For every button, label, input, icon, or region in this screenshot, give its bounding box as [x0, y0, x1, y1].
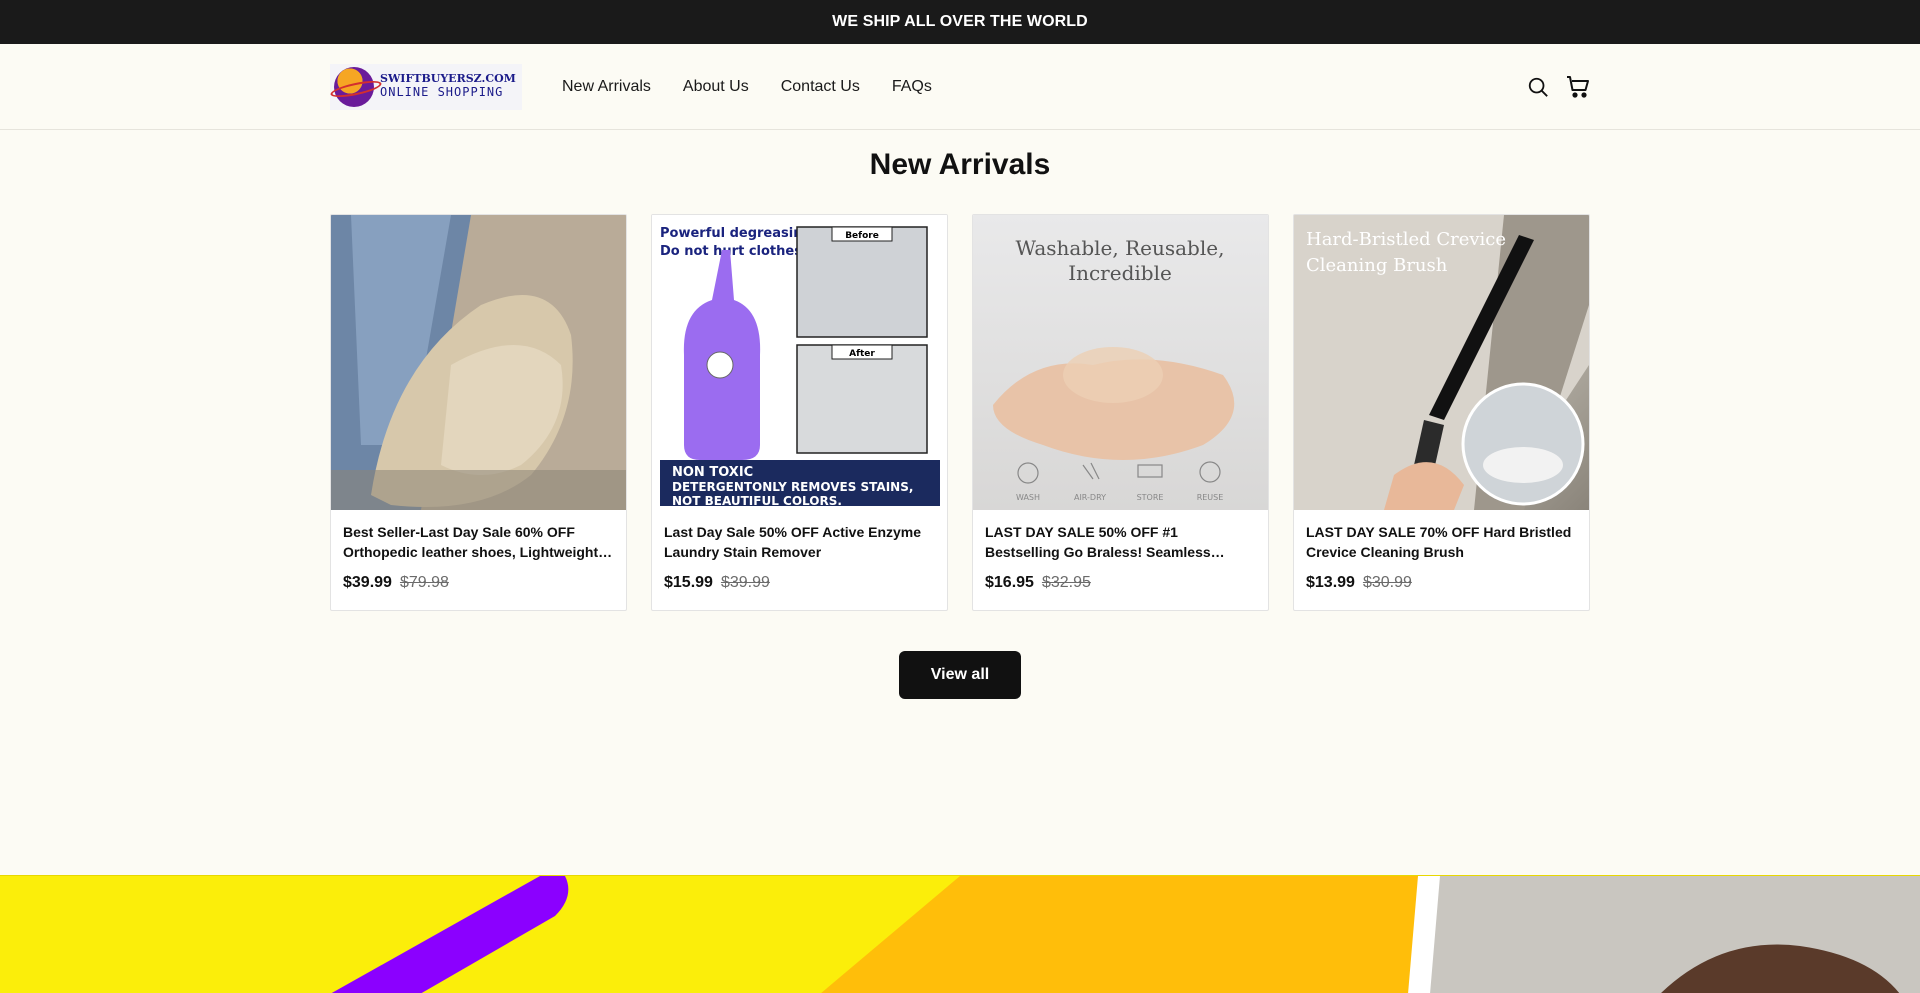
section-title: New Arrivals: [869, 148, 1051, 181]
image-text-reuse: REUSE: [1197, 493, 1224, 502]
globe-logo-icon: [334, 66, 374, 107]
product-price: $16.95: [985, 574, 1034, 591]
nav-new-arrivals[interactable]: New Arrivals: [562, 78, 651, 96]
image-text-incredible: Incredible: [1068, 261, 1172, 285]
image-text-nontoxic: NON TOXIC: [672, 465, 753, 480]
image-text-wash: WASH: [1016, 493, 1040, 502]
main-nav: New Arrivals About Us Contact Us FAQs: [562, 78, 932, 96]
image-text-washable: Washable, Reusable,: [1016, 236, 1225, 260]
site-header: SWIFTBUYERSZ.COM ONLINE SHOPPING New Arr…: [0, 44, 1920, 130]
product-image[interactable]: Hard-Bristled Crevice Cleaning Brush: [1294, 215, 1589, 510]
cart-icon[interactable]: [1566, 75, 1590, 99]
image-text-subhead: Do not hurt clothes: [660, 244, 802, 259]
product-compare-price: $39.99: [720, 574, 770, 591]
site-logo[interactable]: SWIFTBUYERSZ.COM ONLINE SHOPPING: [330, 63, 522, 110]
product-title[interactable]: LAST DAY SALE 50% OFF #1 Bestselling Go …: [985, 522, 1256, 562]
logo-tagline: ONLINE SHOPPING: [380, 84, 504, 99]
product-card[interactable]: Hard-Bristled Crevice Cleaning Brush LAS…: [1293, 214, 1590, 611]
promo-banner[interactable]: [0, 875, 1920, 993]
product-grid: Best Seller-Last Day Sale 60% OFF Orthop…: [330, 214, 1590, 611]
product-card[interactable]: Washable, Reusable, Incredible WASH AIR-…: [972, 214, 1269, 611]
product-title[interactable]: LAST DAY SALE 70% OFF Hard Bristled Crev…: [1306, 522, 1577, 562]
product-price: $13.99: [1306, 574, 1355, 591]
product-title[interactable]: Best Seller-Last Day Sale 60% OFF Orthop…: [343, 522, 614, 562]
nav-about-us[interactable]: About Us: [683, 78, 749, 96]
product-image[interactable]: [331, 215, 626, 510]
view-all-button[interactable]: View all: [899, 651, 1021, 699]
image-text-airdry: AIR-DRY: [1074, 493, 1106, 502]
product-image[interactable]: Powerful degreasing Do not hurt clothes …: [652, 215, 947, 510]
product-title[interactable]: Last Day Sale 50% OFF Active Enzyme Laun…: [664, 522, 935, 562]
image-text-before: Before: [845, 231, 879, 241]
nav-faqs[interactable]: FAQs: [892, 78, 932, 96]
product-card[interactable]: Powerful degreasing Do not hurt clothes …: [651, 214, 948, 611]
image-text-after: After: [849, 349, 875, 359]
image-text-detergent: DETERGENTONLY REMOVES STAINS,: [672, 480, 913, 494]
product-image[interactable]: Washable, Reusable, Incredible WASH AIR-…: [973, 215, 1268, 510]
product-price: $15.99: [664, 574, 713, 591]
nav-contact-us[interactable]: Contact Us: [781, 78, 860, 96]
image-text-headline: Powerful degreasing: [660, 226, 812, 241]
image-text-colors: NOT BEAUTIFUL COLORS.: [672, 494, 842, 508]
product-compare-price: $30.99: [1362, 574, 1412, 591]
product-card[interactable]: Best Seller-Last Day Sale 60% OFF Orthop…: [330, 214, 627, 611]
search-icon[interactable]: [1526, 75, 1550, 99]
image-text-store: STORE: [1137, 493, 1164, 502]
image-text-brush-subtitle: Cleaning Brush: [1306, 255, 1448, 276]
product-price: $39.99: [343, 574, 392, 591]
product-compare-price: $32.95: [1041, 574, 1091, 591]
announcement-text: WE SHIP ALL OVER THE WORLD: [832, 13, 1088, 30]
product-compare-price: $79.98: [399, 574, 449, 591]
image-text-brush-title: Hard-Bristled Crevice: [1306, 229, 1506, 250]
announcement-bar: WE SHIP ALL OVER THE WORLD: [0, 0, 1920, 44]
